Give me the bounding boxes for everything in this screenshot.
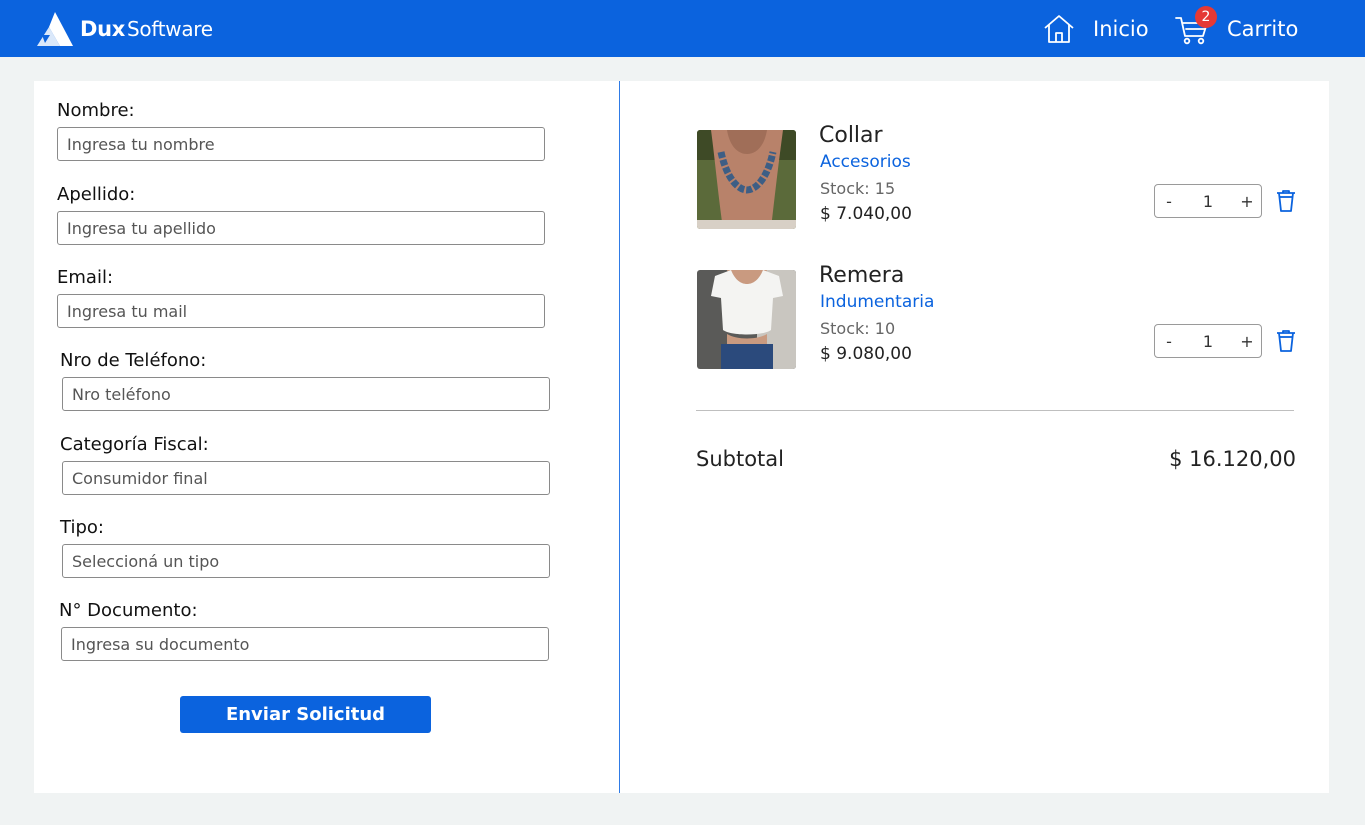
categoria-fiscal-input[interactable]	[62, 461, 550, 495]
product-stock: Stock: 15	[820, 179, 896, 198]
remove-item-button[interactable]	[1276, 330, 1296, 352]
quantity-stepper: - 1 +	[1154, 324, 1262, 358]
cart-icon-wrapper: 2	[1175, 6, 1217, 46]
documento-input[interactable]	[61, 627, 549, 661]
trash-icon	[1277, 190, 1295, 212]
decrease-quantity-button[interactable]: -	[1161, 332, 1177, 351]
product-price: $ 7.040,00	[820, 204, 912, 224]
product-category[interactable]: Indumentaria	[820, 292, 934, 312]
tipo-label: Tipo:	[60, 517, 104, 538]
nombre-input[interactable]	[57, 127, 545, 161]
remove-item-button[interactable]	[1276, 190, 1296, 212]
product-category[interactable]: Accesorios	[820, 152, 911, 172]
telefono-input[interactable]	[62, 377, 550, 411]
tipo-select[interactable]	[62, 544, 550, 578]
cart-divider	[696, 410, 1294, 411]
nav-cart-label: Carrito	[1227, 17, 1299, 41]
nav-home-link[interactable]: Inicio	[1043, 10, 1149, 48]
product-name: Remera	[819, 263, 905, 288]
brand-name-bold: Dux	[80, 17, 126, 41]
nav-cart-link[interactable]: 2 Carrito	[1175, 6, 1299, 48]
increase-quantity-button[interactable]: +	[1239, 332, 1255, 351]
telefono-label: Nro de Teléfono:	[60, 350, 207, 371]
product-image-collar	[697, 130, 796, 229]
email-label: Email:	[57, 267, 114, 288]
top-navbar: Dux Software Inicio 2 Carrito	[0, 0, 1365, 57]
email-input[interactable]	[57, 294, 545, 328]
product-image-remera	[697, 270, 796, 369]
nombre-label: Nombre:	[57, 100, 135, 121]
brand-logo[interactable]: Dux Software	[36, 10, 213, 48]
trash-icon	[1277, 330, 1295, 352]
subtotal-value: $ 16.120,00	[1169, 447, 1296, 471]
quantity-value[interactable]: 1	[1203, 192, 1213, 211]
brand-name-regular: Software	[127, 17, 213, 41]
quantity-stepper: - 1 +	[1154, 184, 1262, 218]
documento-label: N° Documento:	[59, 600, 198, 621]
apellido-label: Apellido:	[57, 184, 136, 205]
send-request-button[interactable]: Enviar Solicitud	[180, 696, 431, 733]
product-name: Collar	[819, 123, 883, 148]
cart-count-badge: 2	[1195, 6, 1217, 28]
product-stock: Stock: 10	[820, 319, 896, 338]
increase-quantity-button[interactable]: +	[1239, 192, 1255, 211]
product-price: $ 9.080,00	[820, 344, 912, 364]
categoria-fiscal-label: Categoría Fiscal:	[60, 434, 209, 455]
decrease-quantity-button[interactable]: -	[1161, 192, 1177, 211]
home-icon	[1044, 15, 1074, 43]
subtotal-label: Subtotal	[696, 447, 784, 471]
quantity-value[interactable]: 1	[1203, 332, 1213, 351]
dux-logo-icon	[37, 12, 73, 46]
nav-home-label: Inicio	[1093, 17, 1149, 41]
apellido-input[interactable]	[57, 211, 545, 245]
